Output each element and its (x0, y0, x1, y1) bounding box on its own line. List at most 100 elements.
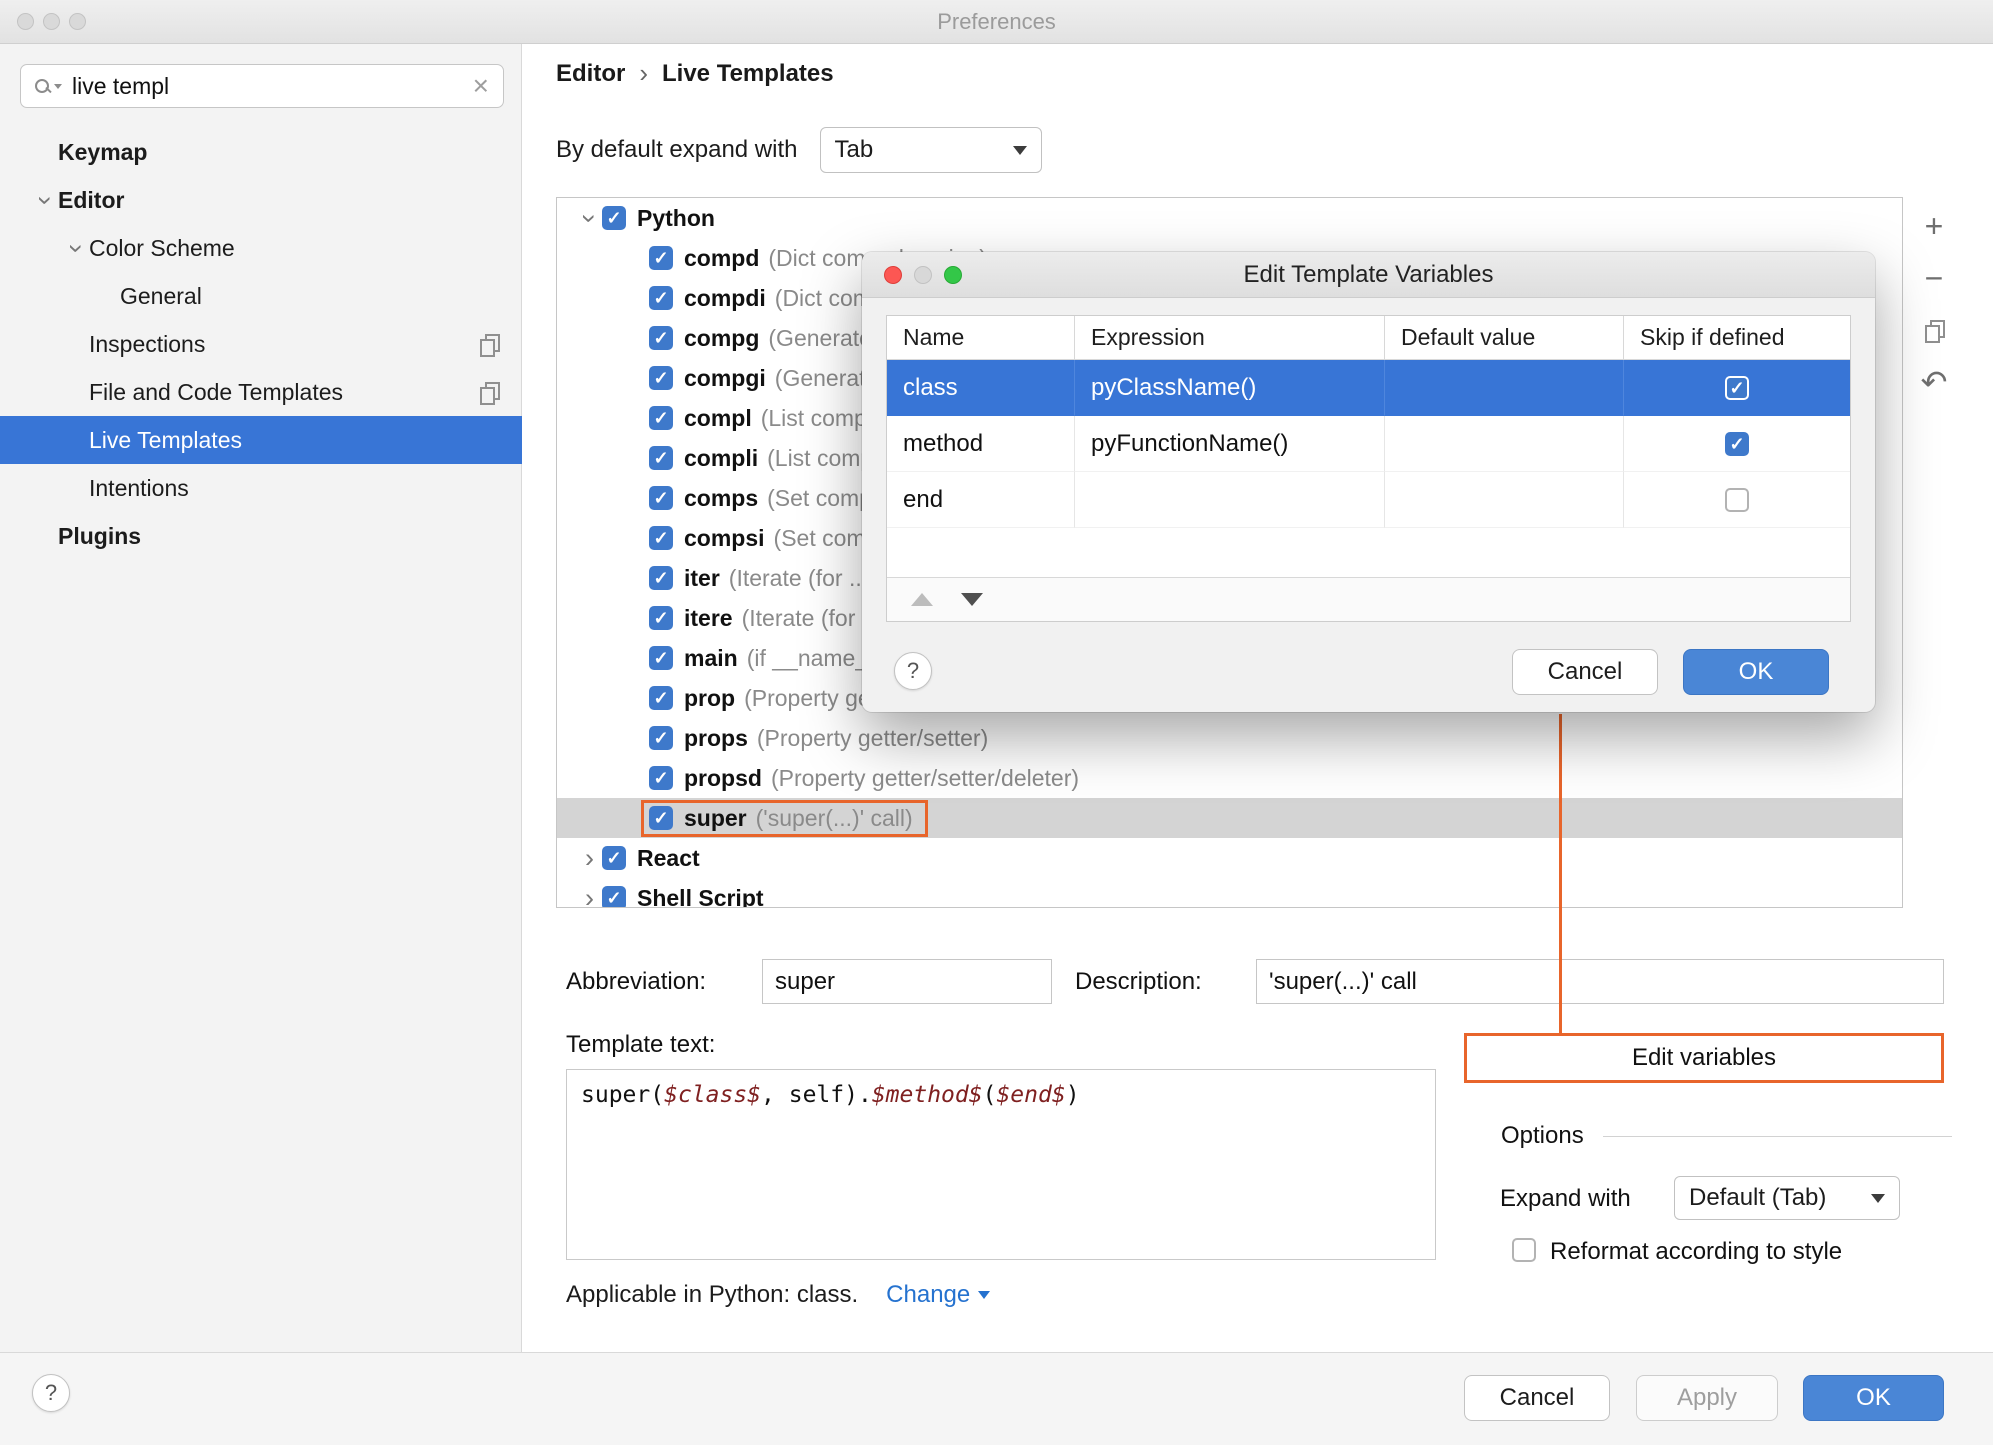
template-enabled-checkbox[interactable] (649, 606, 673, 630)
duplicate-icon[interactable] (1908, 304, 1960, 356)
template-enabled-checkbox[interactable] (602, 206, 626, 230)
template-description: (Property getter/setter) (756, 724, 989, 751)
cancel-button[interactable]: Cancel (1464, 1375, 1610, 1421)
skip-if-defined-checkbox[interactable] (1725, 487, 1749, 512)
window-title: Preferences (937, 9, 1056, 34)
sidebar: × Keymap›Editor›Color SchemeGeneralInspe… (0, 44, 522, 1352)
sidebar-item-plugins[interactable]: Plugins (0, 512, 522, 560)
expand-with-dropdown[interactable]: Default (Tab) (1674, 1176, 1900, 1220)
variable-row-method[interactable]: method pyFunctionName() (887, 416, 1850, 472)
dialog-ok-button[interactable]: OK (1683, 649, 1829, 695)
template-enabled-checkbox[interactable] (649, 446, 673, 470)
template-enabled-checkbox[interactable] (649, 766, 673, 790)
chevron-down-icon[interactable]: › (575, 206, 605, 231)
chevron-down-icon (1012, 145, 1027, 155)
sidebar-item-general[interactable]: General (0, 272, 522, 320)
clear-search-icon[interactable]: × (473, 72, 489, 100)
skip-if-defined-checkbox[interactable] (1725, 431, 1749, 456)
chevron-down-icon[interactable]: › (31, 188, 61, 213)
chevron-right-icon[interactable]: › (577, 884, 602, 907)
template-enabled-checkbox[interactable] (649, 526, 673, 550)
dialog-close-icon[interactable] (884, 266, 902, 284)
template-group-python[interactable]: › Python (557, 198, 1902, 238)
column-header-expression[interactable]: Expression (1075, 316, 1385, 359)
cell-name[interactable]: method (887, 416, 1075, 472)
sidebar-item-editor[interactable]: › Editor (0, 176, 522, 224)
applicable-row: Applicable in Python: class. Change (566, 1281, 991, 1309)
template-enabled-checkbox[interactable] (649, 646, 673, 670)
template-enabled-checkbox[interactable] (649, 726, 673, 750)
default-expand-label: By default expand with (556, 136, 798, 163)
help-button[interactable]: ? (32, 1374, 70, 1412)
sidebar-item-color-scheme[interactable]: › Color Scheme (0, 224, 522, 272)
sidebar-item-live-templates[interactable]: Live Templates (0, 416, 522, 464)
move-down-icon[interactable] (961, 593, 983, 606)
sidebar-tree: Keymap › Editor › Color Scheme General Inspect… (0, 128, 522, 560)
breadcrumb-editor[interactable]: Editor (556, 60, 625, 88)
cell-skip-if-defined[interactable] (1624, 416, 1850, 472)
template-item-propsd[interactable]: propsd (Property getter/setter/deleter) (557, 758, 1902, 798)
cell-expression[interactable]: pyFunctionName() (1075, 416, 1385, 472)
template-group-shell-script[interactable]: › Shell Script (557, 878, 1902, 907)
template-group-react[interactable]: › React (557, 838, 1902, 878)
copy-icon (480, 382, 500, 405)
variable-row-class[interactable]: class pyClassName() (887, 360, 1850, 416)
dialog-zoom-icon[interactable] (944, 266, 962, 284)
abbreviation-field[interactable] (762, 959, 1052, 1004)
sidebar-item-inspections[interactable]: Inspections (0, 320, 522, 368)
add-icon[interactable]: + (1908, 200, 1960, 252)
cell-expression[interactable] (1075, 472, 1385, 528)
sidebar-item-intentions[interactable]: Intentions (0, 464, 522, 512)
template-enabled-checkbox[interactable] (649, 686, 673, 710)
dialog-cancel-button[interactable]: Cancel (1512, 649, 1658, 695)
sidebar-item-file-and-code-templates[interactable]: File and Code Templates (0, 368, 522, 416)
template-enabled-checkbox[interactable] (649, 286, 673, 310)
template-enabled-checkbox[interactable] (649, 566, 673, 590)
column-header-default-value[interactable]: Default value (1385, 316, 1624, 359)
chevron-down-icon[interactable]: › (62, 236, 92, 261)
column-header-name[interactable]: Name (887, 316, 1075, 359)
cell-default-value[interactable] (1385, 360, 1624, 416)
settings-search-box[interactable]: × (20, 64, 504, 108)
skip-if-defined-checkbox[interactable] (1725, 375, 1749, 400)
apply-button[interactable]: Apply (1636, 1375, 1778, 1421)
template-text-editor[interactable]: super($class$, self).$method$($end$) (566, 1069, 1436, 1260)
default-expand-dropdown[interactable]: Tab (819, 127, 1042, 173)
template-enabled-checkbox[interactable] (649, 806, 673, 830)
cell-expression[interactable]: pyClassName() (1075, 360, 1385, 416)
cell-name[interactable]: end (887, 472, 1075, 528)
template-enabled-checkbox[interactable] (649, 246, 673, 270)
variable-row-end[interactable]: end (887, 472, 1850, 528)
sidebar-item-keymap[interactable]: Keymap (0, 128, 522, 176)
remove-icon[interactable]: − (1908, 252, 1960, 304)
edit-variables-button[interactable]: Edit variables (1464, 1033, 1944, 1083)
template-enabled-checkbox[interactable] (602, 886, 626, 907)
expand-with-value: Default (Tab) (1689, 1184, 1827, 1211)
search-input[interactable] (72, 72, 473, 100)
cell-default-value[interactable] (1385, 416, 1624, 472)
move-up-icon[interactable] (911, 593, 933, 606)
template-enabled-checkbox[interactable] (649, 366, 673, 390)
description-field[interactable] (1256, 959, 1944, 1004)
change-link[interactable]: Change (886, 1281, 991, 1309)
revert-icon[interactable]: ↶ (1908, 356, 1960, 408)
template-item-props[interactable]: props (Property getter/setter) (557, 718, 1902, 758)
template-enabled-checkbox[interactable] (649, 406, 673, 430)
search-scope-chevron-icon[interactable] (54, 83, 62, 89)
chevron-right-icon[interactable]: › (577, 844, 602, 872)
template-item-super[interactable]: super ('super(...)' call) (557, 798, 1902, 838)
template-enabled-checkbox[interactable] (602, 846, 626, 870)
cell-name[interactable]: class (887, 360, 1075, 416)
template-enabled-checkbox[interactable] (649, 326, 673, 350)
dialog-help-button[interactable]: ? (894, 652, 932, 690)
cell-skip-if-defined[interactable] (1624, 360, 1850, 416)
template-text-part: super( (581, 1082, 665, 1108)
reformat-checkbox[interactable] (1512, 1238, 1536, 1262)
ok-button[interactable]: OK (1803, 1375, 1944, 1421)
column-header-skip-if-defined[interactable]: Skip if defined (1624, 316, 1850, 359)
default-expand-value: Tab (834, 136, 874, 163)
template-enabled-checkbox[interactable] (649, 486, 673, 510)
template-name: main (684, 644, 738, 671)
cell-default-value[interactable] (1385, 472, 1624, 528)
cell-skip-if-defined[interactable] (1624, 472, 1850, 528)
